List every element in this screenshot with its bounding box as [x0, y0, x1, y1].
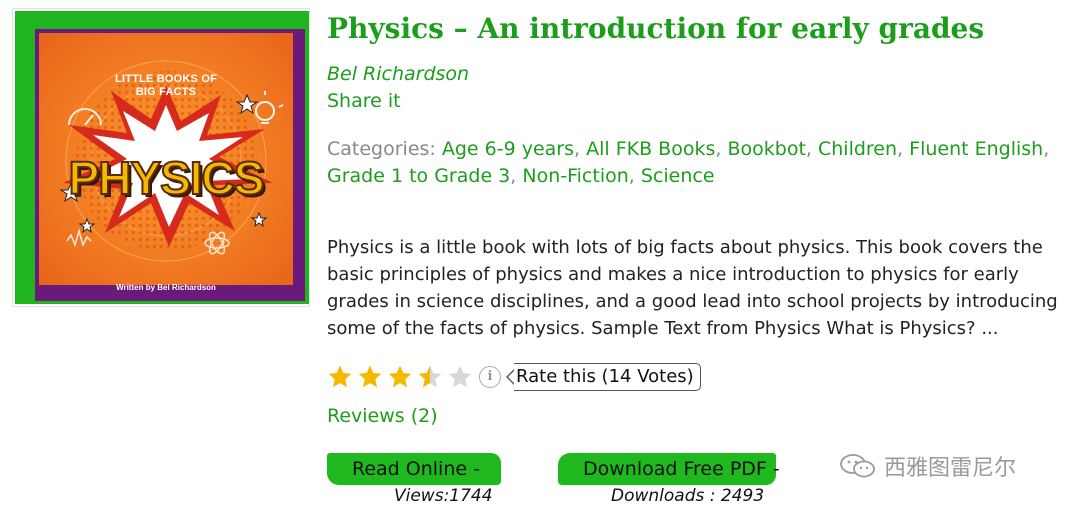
download-pdf-button[interactable]: Download Free PDF -: [558, 453, 780, 485]
star-icon[interactable]: [387, 364, 413, 390]
author-link[interactable]: Bel Richardson: [327, 63, 469, 85]
star-icon[interactable]: [357, 364, 383, 390]
category-link[interactable]: Grade 1 to Grade 3: [327, 165, 510, 187]
downloads-count: Downloads : 2493: [611, 486, 765, 506]
categories-list: Categories: Age 6-9 years, All FKB Books…: [327, 138, 1050, 187]
rate-this-button[interactable]: Rate this (14 Votes): [506, 363, 701, 391]
tooltip-arrow: [506, 369, 515, 385]
watermark: 西雅图雷尼尔: [838, 450, 1016, 482]
share-link[interactable]: Share it: [327, 90, 401, 112]
read-online-button[interactable]: Read Online -: [327, 453, 501, 485]
category-link[interactable]: Non-Fiction: [522, 165, 628, 187]
reviews-link[interactable]: Reviews (2): [327, 405, 438, 427]
views-count: Views:1744: [394, 486, 493, 506]
page-title[interactable]: Physics – An introduction for early grad…: [327, 12, 984, 45]
info-icon[interactable]: i: [479, 366, 501, 388]
book-cover[interactable]: LITTLE BOOKS OF BIG FACTS PHYSICS Writte…: [12, 8, 310, 307]
cover-title: PHYSICS: [68, 151, 266, 205]
category-link[interactable]: Bookbot: [727, 138, 805, 160]
category-link[interactable]: Children: [818, 138, 897, 160]
cover-series-title: LITTLE BOOKS OF BIG FACTS: [115, 73, 217, 98]
category-link[interactable]: Age 6-9 years: [442, 138, 574, 160]
star-rating[interactable]: i: [327, 364, 501, 390]
watermark-text: 西雅图雷尼尔: [884, 456, 1017, 481]
category-link[interactable]: Fluent English: [909, 138, 1043, 160]
book-description: Physics is a little book with lots of bi…: [327, 237, 1058, 339]
star-icon[interactable]: [327, 364, 353, 390]
category-link[interactable]: All FKB Books: [586, 138, 715, 160]
categories-label: Categories:: [327, 138, 436, 160]
rate-this-label: Rate this (14 Votes): [514, 363, 701, 391]
star-icon[interactable]: [447, 364, 473, 390]
wechat-icon: [840, 454, 875, 478]
category-link[interactable]: Science: [641, 165, 715, 187]
star-icon[interactable]: [417, 364, 443, 390]
cover-author: Written by Bel Richardson: [116, 283, 216, 292]
